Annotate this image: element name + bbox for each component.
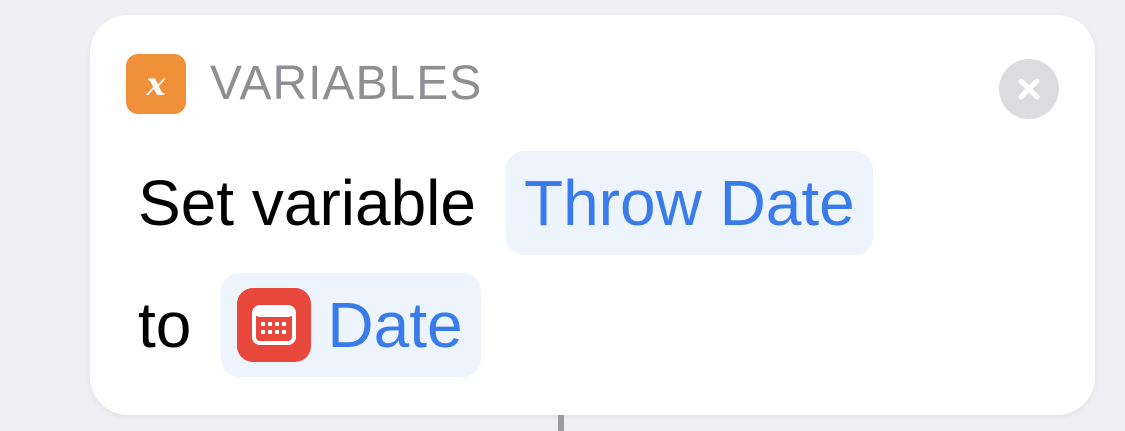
calendar-glyph <box>252 305 297 345</box>
variables-icon-glyph: x <box>146 65 166 103</box>
variable-name-text: Throw Date <box>523 167 855 239</box>
calendar-icon <box>237 288 312 362</box>
variables-category-icon: x <box>126 54 186 114</box>
set-variable-text: Set variable <box>138 167 476 239</box>
variable-name-token[interactable]: Throw Date <box>505 151 873 255</box>
to-text: to <box>138 289 192 361</box>
action-header: x VARIABLES <box>126 53 482 115</box>
close-icon[interactable] <box>999 59 1059 119</box>
action-line-to-value: to Date <box>138 273 481 377</box>
close-glyph <box>1018 78 1040 100</box>
category-label: VARIABLES <box>210 57 483 110</box>
date-value-token[interactable]: Date <box>221 273 481 377</box>
action-line-set-variable: Set variable Throw Date <box>138 150 873 256</box>
action-connector-line <box>558 415 564 431</box>
date-value-text: Date <box>327 289 463 361</box>
set-variable-action-card[interactable]: x VARIABLES Set variable Throw Date to D… <box>90 15 1095 415</box>
